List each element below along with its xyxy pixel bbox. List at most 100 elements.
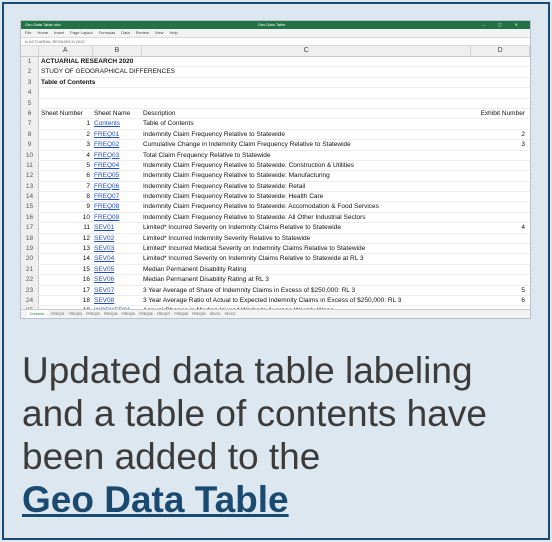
- sheet-number-cell[interactable]: 2: [39, 130, 92, 139]
- row-number[interactable]: 20: [21, 254, 39, 264]
- title-cell[interactable]: ACTUARIAL RESEARCH 2020: [39, 57, 133, 66]
- row-number[interactable]: 10: [21, 150, 39, 160]
- row-number[interactable]: 11: [21, 160, 39, 171]
- title-cell[interactable]: Table of Contents: [39, 78, 95, 87]
- menu-item[interactable]: File: [25, 29, 31, 37]
- sheet-number-cell[interactable]: 12: [39, 234, 92, 243]
- sheet-name-link[interactable]: SEV04: [92, 254, 141, 263]
- header-cell-sheet-name[interactable]: Sheet Name: [92, 109, 141, 118]
- sheet-name-link[interactable]: FREQ06: [92, 182, 141, 191]
- column-header-b[interactable]: B: [93, 46, 143, 56]
- sheet-name-link[interactable]: SEV02: [92, 234, 141, 243]
- row-number[interactable]: 9: [21, 140, 39, 150]
- menu-item[interactable]: Page Layout: [70, 29, 92, 37]
- description-cell[interactable]: Table of Contents: [141, 119, 471, 128]
- exhibit-number-cell[interactable]: [471, 234, 529, 243]
- row-number[interactable]: 21: [21, 264, 39, 275]
- menu-item[interactable]: Home: [37, 29, 48, 37]
- sheet-name-link[interactable]: FREQ04: [92, 161, 141, 170]
- sheet-tab[interactable]: FREQ03: [86, 310, 100, 318]
- row-number[interactable]: 1: [21, 57, 39, 67]
- exhibit-number-cell[interactable]: [471, 265, 529, 274]
- exhibit-number-cell[interactable]: 2: [471, 130, 529, 139]
- row-number[interactable]: 16: [21, 212, 39, 223]
- sheet-tab[interactable]: SEV01: [210, 310, 221, 318]
- menu-item[interactable]: Help: [169, 29, 177, 37]
- sheet-name-link[interactable]: Contents: [92, 119, 141, 128]
- row-number[interactable]: 23: [21, 285, 39, 295]
- row-number[interactable]: 3: [21, 77, 39, 88]
- sheet-number-cell[interactable]: 10: [39, 213, 92, 222]
- row-number[interactable]: 13: [21, 181, 39, 192]
- column-header-a[interactable]: A: [39, 46, 93, 56]
- sheet-tab[interactable]: FREQ04: [104, 310, 118, 318]
- exhibit-number-cell[interactable]: [471, 161, 529, 170]
- description-cell[interactable]: Limited* Incurred Medical Severity on In…: [141, 244, 471, 253]
- menu-item[interactable]: Insert: [54, 29, 64, 37]
- row-number[interactable]: 22: [21, 275, 39, 285]
- select-all-corner[interactable]: [21, 46, 39, 56]
- row-number[interactable]: 2: [21, 67, 39, 77]
- sheet-number-cell[interactable]: 13: [39, 244, 92, 253]
- sheet-tab[interactable]: FREQ09: [192, 310, 206, 318]
- sheet-number-cell[interactable]: 17: [39, 286, 92, 295]
- row-number[interactable]: 12: [21, 171, 39, 181]
- row-number[interactable]: 19: [21, 244, 39, 254]
- description-cell[interactable]: Indemnity Claim Frequency Relative to St…: [141, 171, 471, 180]
- description-cell[interactable]: Limited* Incurred Severity on Indemnity …: [141, 223, 471, 232]
- sheet-name-link[interactable]: SEV03: [92, 244, 141, 253]
- header-cell-description[interactable]: Description: [141, 109, 471, 118]
- description-cell[interactable]: Limited* Incurred Severity on Indemnity …: [141, 254, 471, 263]
- sheet-name-link[interactable]: FREQ09: [92, 213, 141, 222]
- description-cell[interactable]: Indemnity Claim Frequency Relative to St…: [141, 130, 471, 139]
- sheet-tab[interactable]: FREQ05: [122, 310, 136, 318]
- exhibit-number-cell[interactable]: [471, 192, 529, 201]
- sheet-number-cell[interactable]: 8: [39, 192, 92, 201]
- exhibit-number-cell[interactable]: 3: [471, 140, 529, 149]
- description-cell[interactable]: Indemnity Claim Frequency Relative to St…: [141, 192, 471, 201]
- row-number[interactable]: 18: [21, 233, 39, 244]
- column-header-c[interactable]: C: [142, 46, 472, 56]
- sheet-name-link[interactable]: SEV05: [92, 265, 141, 274]
- header-cell-sheet-number[interactable]: Sheet Number: [39, 109, 92, 118]
- row-number[interactable]: 17: [21, 223, 39, 233]
- sheet-number-cell[interactable]: 18: [39, 296, 92, 305]
- sheet-number-cell[interactable]: 5: [39, 161, 92, 170]
- row-number[interactable]: 7: [21, 119, 39, 129]
- menu-item[interactable]: Review: [136, 29, 149, 37]
- header-cell-exhibit-number[interactable]: Exhibit Number: [471, 109, 529, 118]
- description-cell[interactable]: Indemnity Claim Frequency Relative to St…: [141, 182, 471, 191]
- formula-bar[interactable]: fx ACTUARIAL RESEARCH 2020: [21, 38, 530, 46]
- menu-item[interactable]: Data: [121, 29, 129, 37]
- exhibit-number-cell[interactable]: 4: [471, 223, 529, 232]
- sheet-name-link[interactable]: SEV07: [92, 286, 141, 295]
- window-controls-icon[interactable]: – ▢ ✕: [482, 21, 530, 29]
- sheet-name-link[interactable]: FREQ02: [92, 140, 141, 149]
- row-number[interactable]: 6: [21, 108, 39, 119]
- description-cell[interactable]: Indemnity Claim Frequency Relative to St…: [141, 161, 471, 170]
- exhibit-number-cell[interactable]: [471, 119, 529, 128]
- row-number[interactable]: 14: [21, 192, 39, 202]
- menu-item[interactable]: Formulas: [99, 29, 116, 37]
- row-number[interactable]: 8: [21, 129, 39, 140]
- sheet-tab[interactable]: FREQ08: [174, 310, 188, 318]
- sheet-name-link[interactable]: SEV01: [92, 223, 141, 232]
- sheet-tab[interactable]: FREQ02: [69, 310, 83, 318]
- exhibit-number-cell[interactable]: 6: [471, 296, 529, 305]
- sheet-name-link[interactable]: FREQ07: [92, 192, 141, 201]
- description-cell[interactable]: Median Permanent Disability Rating: [141, 265, 471, 274]
- description-cell[interactable]: 3 Year Average of Share of Indemnity Cla…: [141, 286, 471, 295]
- description-cell[interactable]: Median Permanent Disability Rating at RL…: [141, 275, 471, 284]
- exhibit-number-cell[interactable]: [471, 213, 529, 222]
- sheet-number-cell[interactable]: 14: [39, 254, 92, 263]
- sheet-number-cell[interactable]: 1: [39, 119, 92, 128]
- description-cell[interactable]: 3 Year Average Ratio of Actual to Expect…: [141, 296, 471, 305]
- column-header-d[interactable]: D: [471, 46, 530, 56]
- sheet-tab[interactable]: SEV02: [225, 310, 236, 318]
- row-number[interactable]: 4: [21, 88, 39, 98]
- exhibit-number-cell[interactable]: [471, 202, 529, 211]
- title-cell[interactable]: STUDY OF GEOGRAPHICAL DIFFERENCES: [39, 67, 175, 76]
- row-number[interactable]: 15: [21, 202, 39, 212]
- sheet-tab[interactable]: FREQ07: [157, 310, 171, 318]
- sheet-name-link[interactable]: FREQ05: [92, 171, 141, 180]
